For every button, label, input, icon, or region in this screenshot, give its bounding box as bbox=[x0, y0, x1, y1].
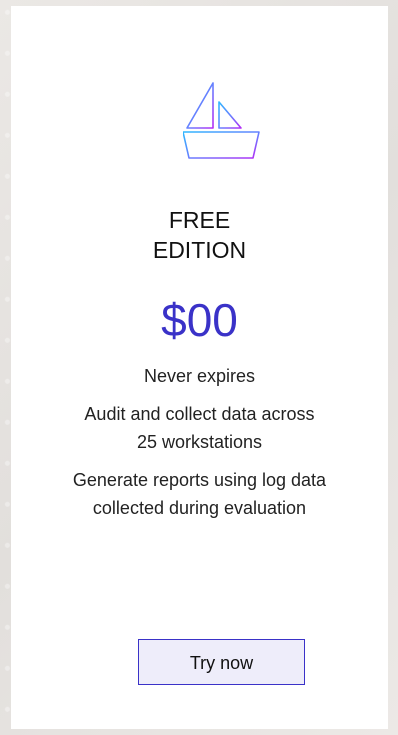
try-now-button[interactable]: Try now bbox=[138, 639, 305, 685]
pricing-card: FREE EDITION $00 Never expires Audit and… bbox=[11, 6, 388, 729]
sailboat-icon bbox=[183, 82, 260, 159]
feature-item: Generate reports using log data collecte… bbox=[72, 470, 327, 518]
plan-price: $00 bbox=[161, 294, 238, 346]
plan-title-line2: EDITION bbox=[152, 237, 247, 263]
feature-list: Never expires Audit and collect data acr… bbox=[11, 362, 388, 522]
plan-title: FREE EDITION bbox=[11, 205, 388, 265]
feature-item: Audit and collect data across 25 worksta… bbox=[84, 404, 315, 452]
feature-item: Never expires bbox=[143, 366, 256, 386]
plan-title-line1: FREE bbox=[168, 207, 231, 233]
